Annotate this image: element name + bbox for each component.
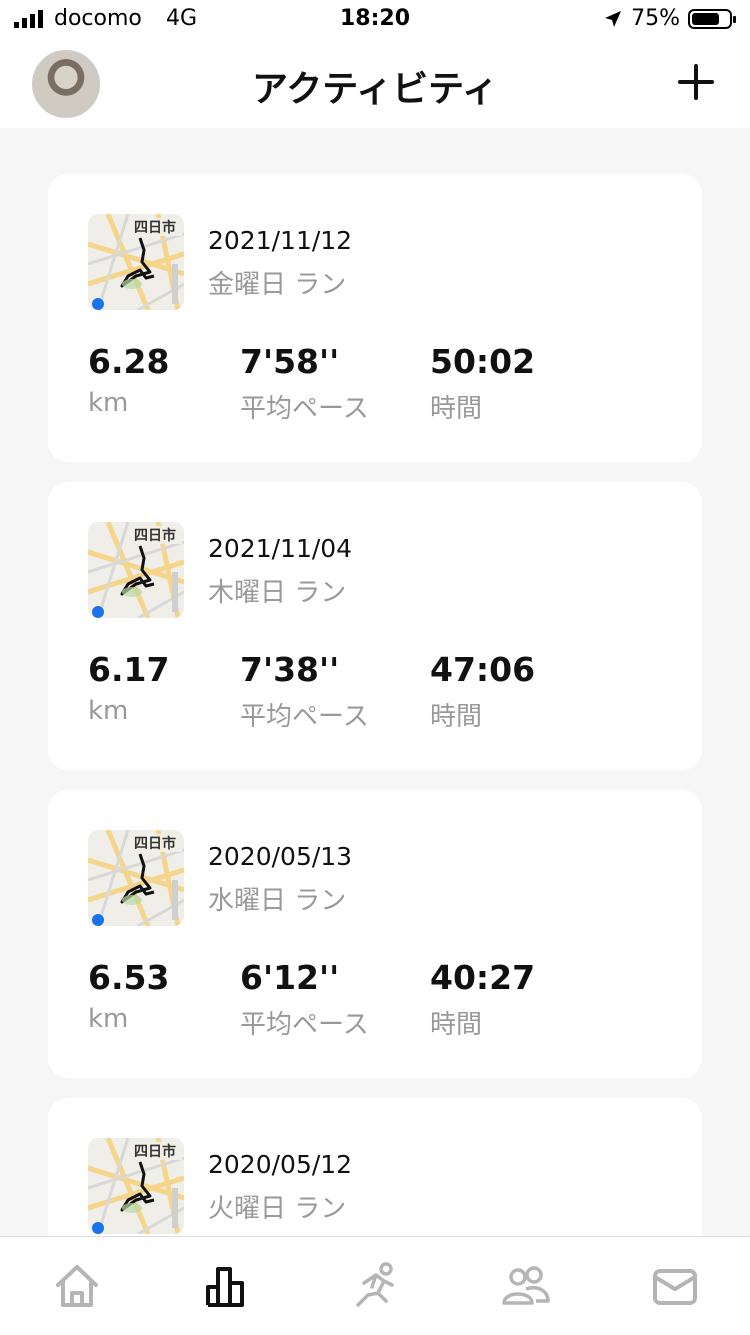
map-place-label: 四日市 [134,835,176,852]
route-map-thumbnail: 四日市 [88,830,184,926]
distance-value: 6.28 [88,342,170,381]
activity-subtitle: 火曜日 ラン [208,1194,347,1224]
pace-label: 平均ペース [240,702,369,732]
mail-icon[interactable] [650,1261,700,1311]
run-icon[interactable] [350,1261,400,1311]
duration-label: 時間 [430,1010,483,1040]
activity-card[interactable]: 四日市 2020/05/12 火曜日 ラン [48,1098,702,1236]
route-map-thumbnail: 四日市 [88,214,184,310]
duration-label: 時間 [430,394,483,424]
route-map-thumbnail: 四日市 [88,522,184,618]
map-place-label: 四日市 [134,1143,176,1160]
duration-value: 50:02 [430,342,536,381]
activity-card[interactable]: 四日市 2021/11/04 木曜日 ラン 6.17 km 7'38'' 平均ペ… [48,482,702,770]
activity-card[interactable]: 四日市 2021/11/12 金曜日 ラン 6.28 km 7'58'' 平均ペ… [48,174,702,462]
status-right: 75% [603,6,736,31]
activity-date: 2021/11/12 [208,226,353,255]
pace-label: 平均ペース [240,1010,369,1040]
route-map-thumbnail: 四日市 [88,1138,184,1234]
distance-unit: km [88,388,129,418]
add-activity-button[interactable] [676,62,716,102]
distance-unit: km [88,696,129,726]
pace-value: 7'58'' [240,342,340,381]
map-place-label: 四日市 [134,219,176,236]
location-arrow-icon [605,10,622,27]
pace-value: 7'38'' [240,650,340,689]
activity-date: 2020/05/13 [208,842,353,871]
pace-value: 6'12'' [240,958,340,997]
distance-value: 6.17 [88,650,170,689]
home-icon[interactable] [52,1261,102,1311]
distance-value: 6.53 [88,958,170,997]
activity-subtitle: 木曜日 ラン [208,578,347,608]
page-title: アクティビティ [252,69,498,110]
battery-icon [688,8,736,29]
header: アクティビティ [0,40,750,128]
activity-chart-icon[interactable] [200,1261,250,1311]
duration-value: 40:27 [430,958,536,997]
distance-unit: km [88,1004,129,1034]
tab-bar [0,1236,750,1335]
duration-value: 47:06 [430,650,536,689]
activity-subtitle: 水曜日 ラン [208,886,347,916]
pace-label: 平均ペース [240,394,369,424]
friends-icon[interactable] [500,1261,550,1311]
activity-subtitle: 金曜日 ラン [208,270,347,300]
map-place-label: 四日市 [134,527,176,544]
activity-date: 2021/11/04 [208,534,353,563]
duration-label: 時間 [430,702,483,732]
activity-date: 2020/05/12 [208,1150,353,1179]
status-bar: docomo 4G 18:20 75% [0,0,750,40]
activity-list[interactable]: 四日市 2021/11/12 金曜日 ラン 6.28 km 7'58'' 平均ペ… [0,128,750,1236]
battery-percent: 75% [631,6,680,31]
activity-card[interactable]: 四日市 2020/05/13 水曜日 ラン 6.53 km 6'12'' 平均ペ… [48,790,702,1078]
